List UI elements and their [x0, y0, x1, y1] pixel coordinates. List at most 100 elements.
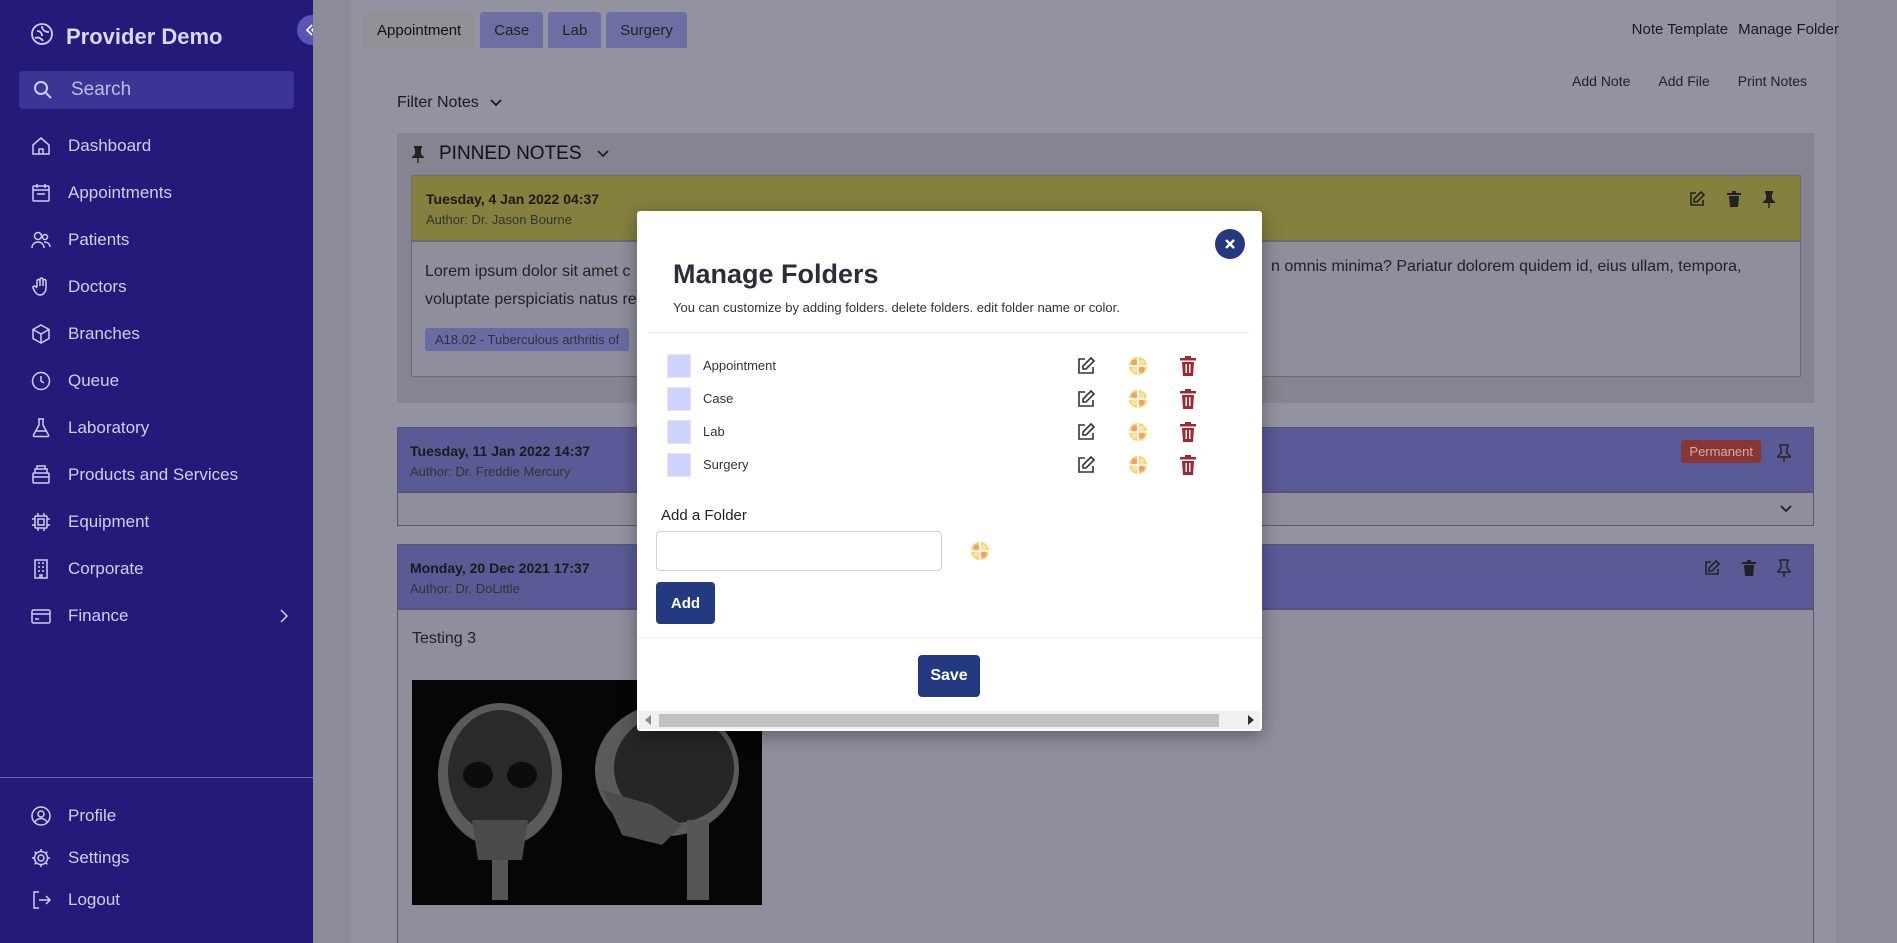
sidebar-item-dashboard[interactable]: Dashboard: [30, 122, 290, 169]
edit-icon[interactable]: [1075, 454, 1097, 476]
pin-icon[interactable]: [1777, 444, 1791, 462]
note-icon-row: [1688, 190, 1776, 208]
sidebar-item-label: Doctors: [68, 276, 127, 296]
sidebar-item-corporate[interactable]: Corporate: [30, 545, 290, 592]
sidebar-item-label: Branches: [68, 323, 140, 343]
edit-icon[interactable]: [1075, 355, 1097, 377]
brand-logo-icon: [30, 22, 54, 51]
folder-actions: [1075, 421, 1227, 443]
sidebar-nav: Dashboard Appointments Patients Doctors …: [30, 122, 290, 639]
color-palette-icon[interactable]: [1127, 388, 1149, 410]
color-palette-icon[interactable]: [1127, 355, 1149, 377]
user-circle-icon: [31, 806, 51, 826]
new-folder-color-picker[interactable]: [969, 540, 991, 567]
sidebar-item-logout[interactable]: Logout: [30, 879, 290, 921]
tab-appointment[interactable]: Appointment: [363, 12, 476, 48]
filter-notes-dropdown[interactable]: Filter Notes: [397, 94, 503, 112]
sidebar-item-products-and-services[interactable]: Products and Services: [30, 451, 290, 498]
color-palette-icon[interactable]: [1127, 421, 1149, 443]
sidebar-item-settings[interactable]: Settings: [30, 837, 290, 879]
pin-icon[interactable]: [1777, 559, 1791, 577]
scrollbar-thumb[interactable]: [659, 714, 1219, 727]
note-text-left: Lorem ipsum dolor sit amet c voluptate p…: [425, 258, 637, 314]
tab-lab[interactable]: Lab: [548, 12, 602, 48]
color-palette-icon[interactable]: [1127, 454, 1149, 476]
sidebar: Provider Demo Dashboard Appointments Pat…: [0, 0, 327, 943]
folder-name: Case: [703, 391, 734, 406]
sidebar-item-finance[interactable]: Finance: [30, 592, 290, 639]
divider: [637, 637, 1262, 638]
manage-folder-link[interactable]: Manage Folder: [1738, 21, 1839, 38]
building-icon: [34, 558, 48, 579]
hand-icon: [32, 276, 47, 296]
tab-case[interactable]: Case: [480, 12, 544, 48]
edit-icon[interactable]: [1688, 190, 1706, 208]
tab-surgery[interactable]: Surgery: [606, 12, 687, 48]
cube-icon: [32, 323, 50, 344]
chip-icon: [32, 512, 50, 531]
gear-icon: [32, 849, 50, 867]
add-folder-button[interactable]: Add: [656, 582, 715, 624]
search-input[interactable]: [71, 79, 271, 101]
sidebar-item-label: Laboratory: [68, 417, 150, 437]
folder-name: Appointment: [703, 358, 776, 373]
box-stack-icon: [32, 464, 50, 484]
folder-color-swatch: [667, 419, 691, 444]
save-button[interactable]: Save: [918, 655, 980, 697]
sidebar-item-label: Patients: [68, 229, 130, 249]
sidebar-item-queue[interactable]: Queue: [30, 357, 290, 404]
sidebar-item-label: Dashboard: [68, 135, 152, 155]
note-template-link[interactable]: Note Template: [1632, 21, 1728, 38]
permanent-badge: Permanent: [1681, 440, 1761, 463]
pin-icon[interactable]: [1762, 190, 1776, 208]
sidebar-item-appointments[interactable]: Appointments: [30, 169, 290, 216]
scroll-right-arrow-icon[interactable]: [1248, 715, 1254, 725]
print-notes-button[interactable]: Print Notes: [1738, 73, 1807, 89]
folder-color-swatch: [667, 452, 691, 477]
note-text: Testing 3: [412, 630, 477, 647]
new-folder-name-input[interactable]: [656, 531, 942, 571]
trash-icon[interactable]: [1179, 454, 1197, 476]
folder-color-swatch: [667, 386, 691, 411]
folder-tabs: Appointment Case Lab Surgery: [363, 12, 687, 48]
trash-icon[interactable]: [1179, 355, 1197, 377]
sidebar-item-patients[interactable]: Patients: [30, 216, 290, 263]
brand[interactable]: Provider Demo: [30, 22, 223, 51]
sidebar-item-profile[interactable]: Profile: [30, 795, 290, 837]
note-date: Tuesday, 4 Jan 2022 04:37: [426, 191, 600, 207]
close-icon: [1225, 239, 1235, 249]
chevron-right-icon: [280, 608, 289, 623]
folder-row: Case: [667, 382, 1237, 415]
filter-notes-label: Filter Notes: [397, 94, 479, 111]
sidebar-item-doctors[interactable]: Doctors: [30, 263, 290, 310]
sidebar-item-equipment[interactable]: Equipment: [30, 498, 290, 545]
trash-icon[interactable]: [1179, 388, 1197, 410]
top-links: Note Template Manage Folder: [1632, 21, 1839, 38]
trash-icon[interactable]: [1741, 559, 1757, 577]
search-icon: [34, 81, 52, 99]
calendar-icon: [32, 183, 50, 202]
manage-folders-modal: Manage Folders You can customize by addi…: [637, 211, 1262, 731]
sidebar-item-branches[interactable]: Branches: [30, 310, 290, 357]
search-box[interactable]: [19, 71, 294, 109]
horizontal-scrollbar[interactable]: [639, 711, 1260, 729]
color-palette-icon: [971, 542, 989, 560]
sidebar-item-label: Queue: [68, 370, 120, 390]
trash-icon[interactable]: [1179, 421, 1197, 443]
add-file-button[interactable]: Add File: [1658, 73, 1709, 89]
chevron-down-icon: [596, 150, 609, 158]
sidebar-item-laboratory[interactable]: Laboratory: [30, 404, 290, 451]
add-note-button[interactable]: Add Note: [1572, 73, 1630, 89]
edit-icon[interactable]: [1075, 388, 1097, 410]
close-modal-button[interactable]: [1215, 229, 1245, 259]
note-text-right: n omnis minima? Pariatur dolorem quidem …: [1271, 258, 1742, 275]
folder-actions: [1075, 454, 1227, 476]
pinned-notes-header[interactable]: PINNED NOTES: [411, 143, 610, 165]
edit-icon[interactable]: [1703, 559, 1721, 577]
scroll-left-arrow-icon[interactable]: [645, 715, 651, 725]
edit-icon[interactable]: [1075, 421, 1097, 443]
sidebar-item-label: Profile: [68, 806, 117, 825]
folder-actions: [1075, 355, 1227, 377]
sidebar-item-label: Equipment: [68, 511, 150, 531]
trash-icon[interactable]: [1726, 190, 1742, 208]
